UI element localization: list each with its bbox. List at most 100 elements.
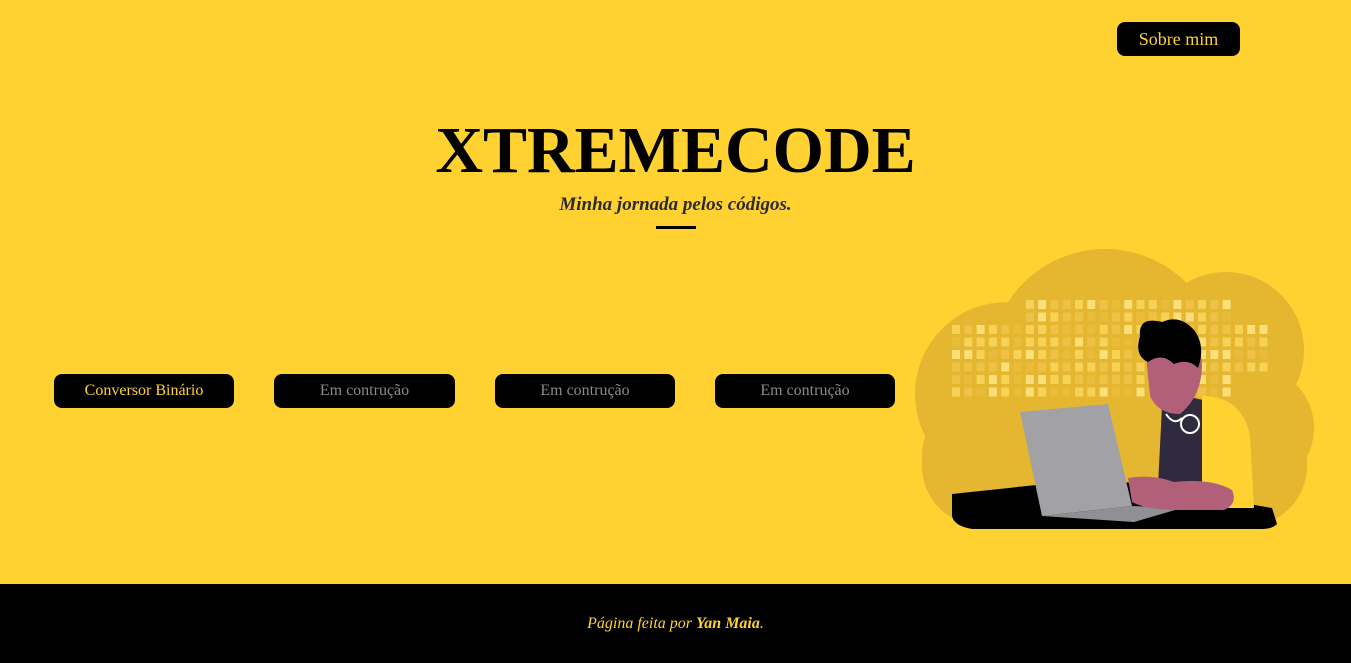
pixel-tile — [1111, 325, 1120, 334]
pixel-tile — [1136, 312, 1145, 322]
pixel-tile — [1001, 325, 1010, 334]
pixel-tile — [1013, 337, 1022, 347]
pixel-tile — [1038, 300, 1047, 309]
pixel-tile — [1013, 350, 1022, 359]
pixel-tile — [1111, 350, 1120, 359]
pixel-tile — [976, 375, 985, 384]
pixel-tile — [1210, 300, 1219, 309]
pixel-tile — [1210, 325, 1219, 334]
pixel-tile — [1247, 325, 1256, 334]
pixel-tile — [952, 375, 960, 384]
pixel-tile — [1062, 375, 1071, 384]
pixel-tile — [952, 337, 960, 347]
pixel-tile — [1087, 375, 1096, 384]
pixel-tile — [1087, 350, 1096, 359]
pixel-tile — [1087, 312, 1096, 322]
pixel-tile — [1075, 375, 1083, 384]
pixel-tile — [1099, 312, 1108, 322]
pixel-tile — [1198, 300, 1206, 309]
pixel-tile — [964, 337, 973, 347]
site-title: XTREMECODE — [435, 114, 916, 187]
pixel-tile — [1210, 387, 1219, 397]
pixel-tile — [1247, 362, 1256, 372]
pixel-tile — [1111, 362, 1120, 372]
pixel-tile — [1111, 300, 1120, 309]
pixel-tile — [1210, 337, 1219, 347]
about-me-button[interactable]: Sobre mim — [1117, 22, 1240, 56]
pixel-tile — [1050, 350, 1059, 359]
pixel-tile — [976, 325, 985, 334]
under-construction-button-2[interactable]: Em contrução — [495, 374, 675, 408]
pixel-tile — [952, 387, 960, 397]
pixel-tile — [964, 350, 973, 359]
pixel-tile — [1247, 350, 1256, 359]
pixel-tile — [1038, 387, 1047, 397]
hero: XTREMECODE Minha jornada pelos códigos. — [0, 112, 1351, 229]
pixel-tile — [1148, 312, 1157, 322]
pixel-tile — [1087, 337, 1096, 347]
pixel-tile — [1222, 362, 1231, 372]
binary-converter-button[interactable]: Conversor Binário — [54, 374, 234, 408]
pixel-tile — [1025, 337, 1034, 347]
pixel-tile — [964, 375, 973, 384]
pixel-tile — [1124, 350, 1133, 359]
pixel-tile — [1038, 337, 1047, 347]
pixel-tile — [1001, 362, 1010, 372]
pixel-tile — [1001, 350, 1010, 359]
pixel-tile — [1038, 362, 1047, 372]
pixel-tile — [1136, 300, 1145, 309]
pixel-tile — [1099, 350, 1108, 359]
pixel-tile — [1234, 350, 1243, 359]
pixel-tile — [1259, 362, 1268, 372]
pixel-tile — [1050, 362, 1059, 372]
pixel-tile — [1025, 387, 1034, 397]
pixel-tile — [952, 325, 960, 334]
pixel-tile — [1259, 325, 1268, 334]
pixel-tile — [1087, 325, 1096, 334]
pixel-tile — [1075, 362, 1083, 372]
pixel-tile — [1013, 375, 1022, 384]
pixel-tile — [1185, 300, 1194, 309]
pixel-tile — [1099, 337, 1108, 347]
pixel-tile — [1247, 337, 1256, 347]
pixel-tile — [1124, 375, 1133, 384]
pixel-tile — [964, 325, 973, 334]
footer-prefix: Página feita por — [587, 614, 692, 632]
pixel-tile — [1025, 362, 1034, 372]
pixel-tile — [1222, 325, 1231, 334]
title-divider — [655, 226, 696, 229]
pixel-tile — [1075, 387, 1083, 397]
pixel-tile — [988, 387, 997, 397]
pixel-tile — [1075, 312, 1083, 322]
pixel-tile — [1259, 337, 1268, 347]
person-with-laptop-illustration — [915, 249, 1314, 529]
pixel-tile — [988, 375, 997, 384]
pixel-tile — [1222, 375, 1231, 384]
pixel-tile — [1234, 325, 1243, 334]
under-construction-button-3[interactable]: Em contrução — [715, 374, 895, 408]
pixel-tile — [1062, 337, 1071, 347]
pixel-tile — [1222, 350, 1231, 359]
pixel-tile — [1099, 387, 1108, 397]
pixel-tile — [1210, 350, 1219, 359]
pixel-tile — [988, 337, 997, 347]
pixel-tile — [1062, 362, 1071, 372]
pixel-tile — [1038, 350, 1047, 359]
pixel-tile — [1038, 312, 1047, 322]
pixel-tile — [1087, 300, 1096, 309]
pixel-tile — [1198, 312, 1206, 322]
pixel-tile — [952, 362, 960, 372]
pixel-tile — [1136, 375, 1145, 384]
pixel-tile — [1025, 312, 1034, 322]
pixel-tile — [964, 387, 973, 397]
pixel-tile — [976, 362, 985, 372]
pixel-tile — [1161, 300, 1170, 309]
pixel-tile — [1050, 300, 1059, 309]
pixel-tile — [1038, 375, 1047, 384]
under-construction-button-1[interactable]: Em contrução — [274, 374, 455, 408]
pixel-tile — [1124, 387, 1133, 397]
pixel-tile — [988, 362, 997, 372]
footer-author: Yan Maia — [696, 614, 760, 632]
pixel-tile — [1111, 375, 1120, 384]
pixel-tile — [988, 350, 997, 359]
